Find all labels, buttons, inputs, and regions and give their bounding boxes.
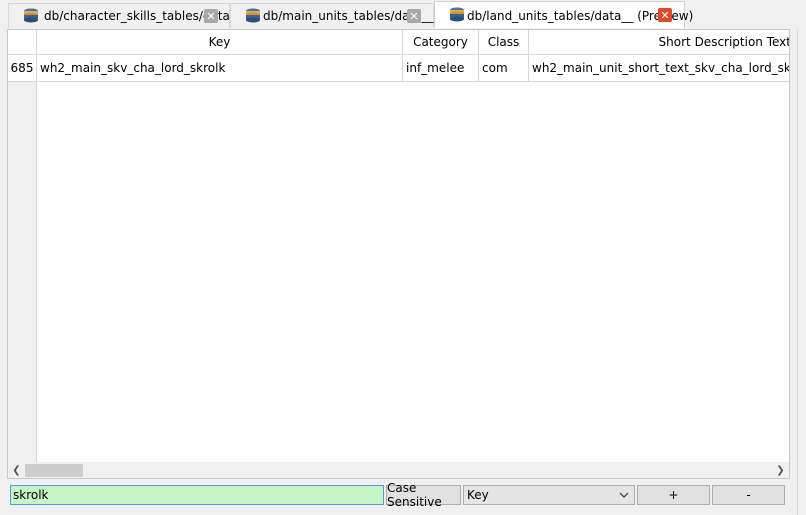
previous-match-button[interactable]: -: [712, 485, 785, 505]
table-cell-short-description[interactable]: wh2_main_unit_short_text_skv_cha_lord_sk…: [529, 55, 789, 82]
table-corner[interactable]: [8, 30, 37, 55]
scroll-left-icon[interactable]: ❮: [8, 462, 25, 478]
row-number[interactable]: 685: [8, 55, 37, 82]
search-column-value: Key: [467, 488, 489, 502]
table-cell-class[interactable]: com: [479, 55, 529, 82]
scroll-right-icon[interactable]: ❯: [772, 462, 789, 478]
horizontal-scrollbar[interactable]: ❮ ❯: [8, 462, 789, 478]
database-icon: [246, 8, 260, 23]
tab-main-units[interactable]: db/main_units_tables/data__ ✕: [230, 3, 434, 28]
tab-land-units[interactable]: db/land_units_tables/data__ (Preview) ✕: [434, 1, 693, 28]
database-icon: [450, 7, 464, 22]
tab-bar: db/character_skills_tables/data__ ✕ db/m…: [0, 0, 806, 28]
table-cell-key[interactable]: wh2_main_skv_cha_lord_skrolk: [37, 55, 403, 82]
close-icon[interactable]: ✕: [658, 8, 672, 22]
tab-character-skills[interactable]: db/character_skills_tables/data__ ✕: [8, 3, 242, 28]
close-icon[interactable]: ✕: [204, 9, 218, 23]
data-table: Key Category Class Short Description Tex…: [7, 29, 790, 479]
close-icon[interactable]: ✕: [407, 9, 421, 23]
column-header-class[interactable]: Class: [479, 30, 529, 55]
scrollbar-thumb[interactable]: [25, 464, 83, 477]
column-header-short-description[interactable]: Short Description Text: [529, 30, 789, 55]
search-column-select[interactable]: Key: [463, 485, 635, 505]
column-header-category[interactable]: Category: [403, 30, 479, 55]
chevron-down-icon: [619, 492, 629, 498]
next-match-button[interactable]: +: [637, 485, 710, 505]
case-sensitive-button[interactable]: Case Sensitive: [386, 481, 461, 509]
search-input[interactable]: [10, 485, 384, 505]
table-cell-category[interactable]: inf_melee: [403, 55, 479, 82]
panel-edge: [797, 29, 806, 515]
database-icon: [24, 8, 38, 23]
column-header-key[interactable]: Key: [37, 30, 403, 55]
row-header-strip: [8, 55, 37, 465]
